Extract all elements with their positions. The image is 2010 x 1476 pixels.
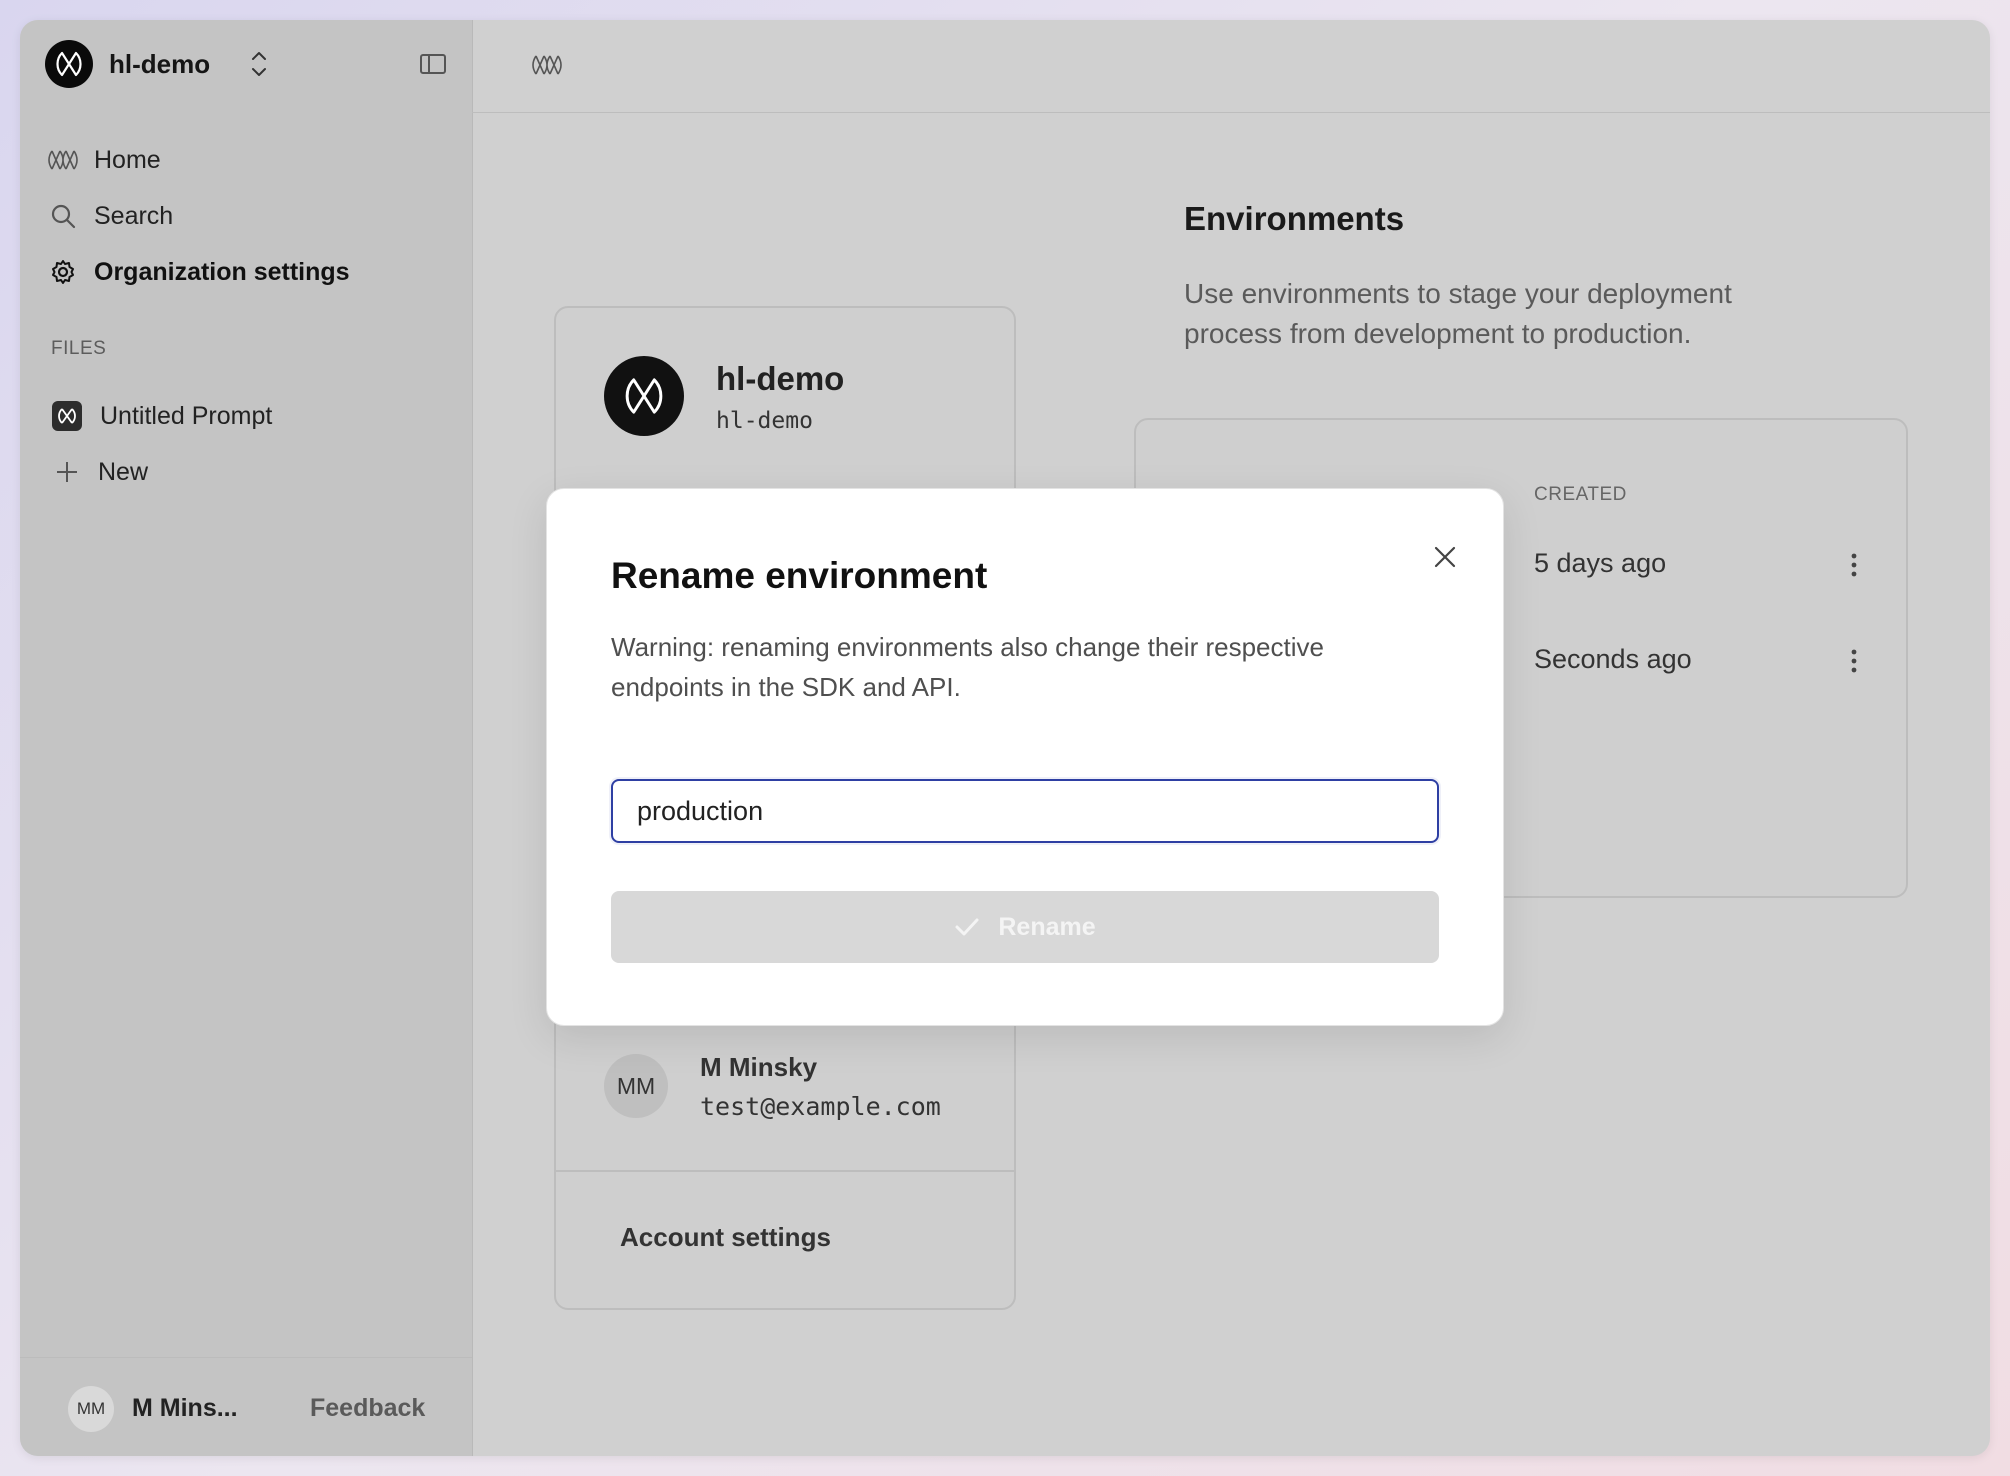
org-card-slug: hl-demo [716,408,813,434]
rename-environment-dialog: Rename environment Warning: renaming env… [546,488,1504,1026]
app-window: hl-demo Home Search Organization setting… [20,20,1990,1456]
new-file-label: New [98,457,149,486]
sidebar-item-home[interactable]: Home [48,132,448,188]
avatar[interactable]: MM [68,1386,114,1432]
org-logo-icon [45,40,93,88]
sidebar-toggle-icon[interactable] [420,54,446,74]
org-card-name: hl-demo [716,360,845,397]
sidebar-footer: MM M Mins... Feedback [20,1357,472,1456]
sidebar-nav: Home Search Organization settings [48,132,448,300]
files-section-label: FILES [51,338,107,359]
feedback-button[interactable]: Feedback [310,1394,425,1423]
plus-icon [52,457,82,487]
files-list: Untitled Prompt New [52,388,272,500]
top-bar [472,20,1990,113]
avatar: MM [604,1054,668,1118]
env-created-value: Seconds ago [1534,644,1692,674]
account-settings-link[interactable]: Account settings [620,1222,831,1253]
user-email: test@example.com [700,1092,941,1121]
search-icon [48,201,78,231]
footer-user-name[interactable]: M Mins... [132,1394,238,1423]
org-switcher[interactable]: hl-demo [45,40,270,88]
logo-icon [48,145,78,175]
divider [556,1170,1014,1172]
more-vertical-icon[interactable] [1842,646,1866,676]
dialog-title: Rename environment [611,555,988,596]
user-name: M Minsky [700,1052,818,1082]
check-icon [954,917,980,937]
sidebar-item-label: Organization settings [94,257,350,286]
rename-button[interactable]: Rename [611,891,1439,963]
new-file-button[interactable]: New [52,444,272,500]
sidebar-item-search[interactable]: Search [48,188,448,244]
sidebar-item-label: Search [94,201,174,230]
close-icon[interactable] [1427,539,1463,575]
page-title: Environments [1184,200,1405,237]
environment-name-input[interactable] [611,779,1439,843]
sidebar-item-label: Home [94,145,161,174]
sidebar: hl-demo Home Search Organization setting… [20,20,473,1456]
env-created-value: 5 days ago [1534,548,1667,578]
dialog-warning: Warning: renaming environments also chan… [611,632,1324,702]
file-item-label: Untitled Prompt [100,401,273,430]
logo-icon[interactable] [532,54,562,81]
page-description: Use environments to stage your deploymen… [1184,278,1732,349]
more-vertical-icon[interactable] [1842,550,1866,580]
org-name: hl-demo [109,48,211,79]
rename-button-label: Rename [998,912,1096,941]
chevron-up-down-icon[interactable] [248,47,270,81]
file-item-untitled-prompt[interactable]: Untitled Prompt [52,388,272,444]
column-header-created: CREATED [1534,484,1627,505]
sidebar-item-organization-settings[interactable]: Organization settings [48,244,448,300]
gear-icon [48,257,78,287]
org-logo-icon [604,356,684,436]
prompt-icon [52,401,82,431]
